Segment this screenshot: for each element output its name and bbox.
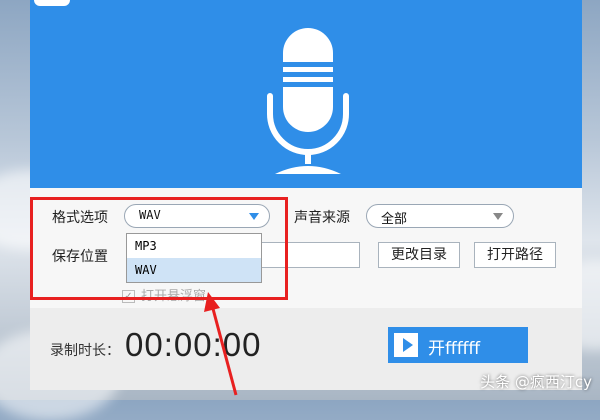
recorder-window: 格式选项 WAV 声音来源 全部 保存位置 D 更改目录 打开路径 MP3 WA…	[30, 0, 582, 390]
start-button-label: 开ffffff	[428, 339, 481, 359]
chevron-down-icon	[493, 213, 503, 220]
window-corner-chip	[34, 0, 70, 6]
source-label: 声音来源	[294, 210, 350, 226]
highlight-box	[30, 197, 288, 300]
start-record-button[interactable]: 开ffffff	[388, 327, 528, 363]
source-select[interactable]: 全部	[366, 204, 514, 228]
duration-value: 00:00:00	[125, 326, 262, 363]
watermark-text: 头条 @疯西汀cy	[480, 373, 592, 391]
duration-label: 录制时长：	[50, 343, 120, 359]
change-directory-button[interactable]: 更改目录	[378, 242, 460, 268]
header-banner	[30, 0, 582, 188]
play-icon	[394, 333, 418, 357]
open-path-button[interactable]: 打开路径	[474, 242, 556, 268]
source-select-value: 全部	[381, 212, 408, 227]
microphone-icon	[267, 28, 349, 174]
